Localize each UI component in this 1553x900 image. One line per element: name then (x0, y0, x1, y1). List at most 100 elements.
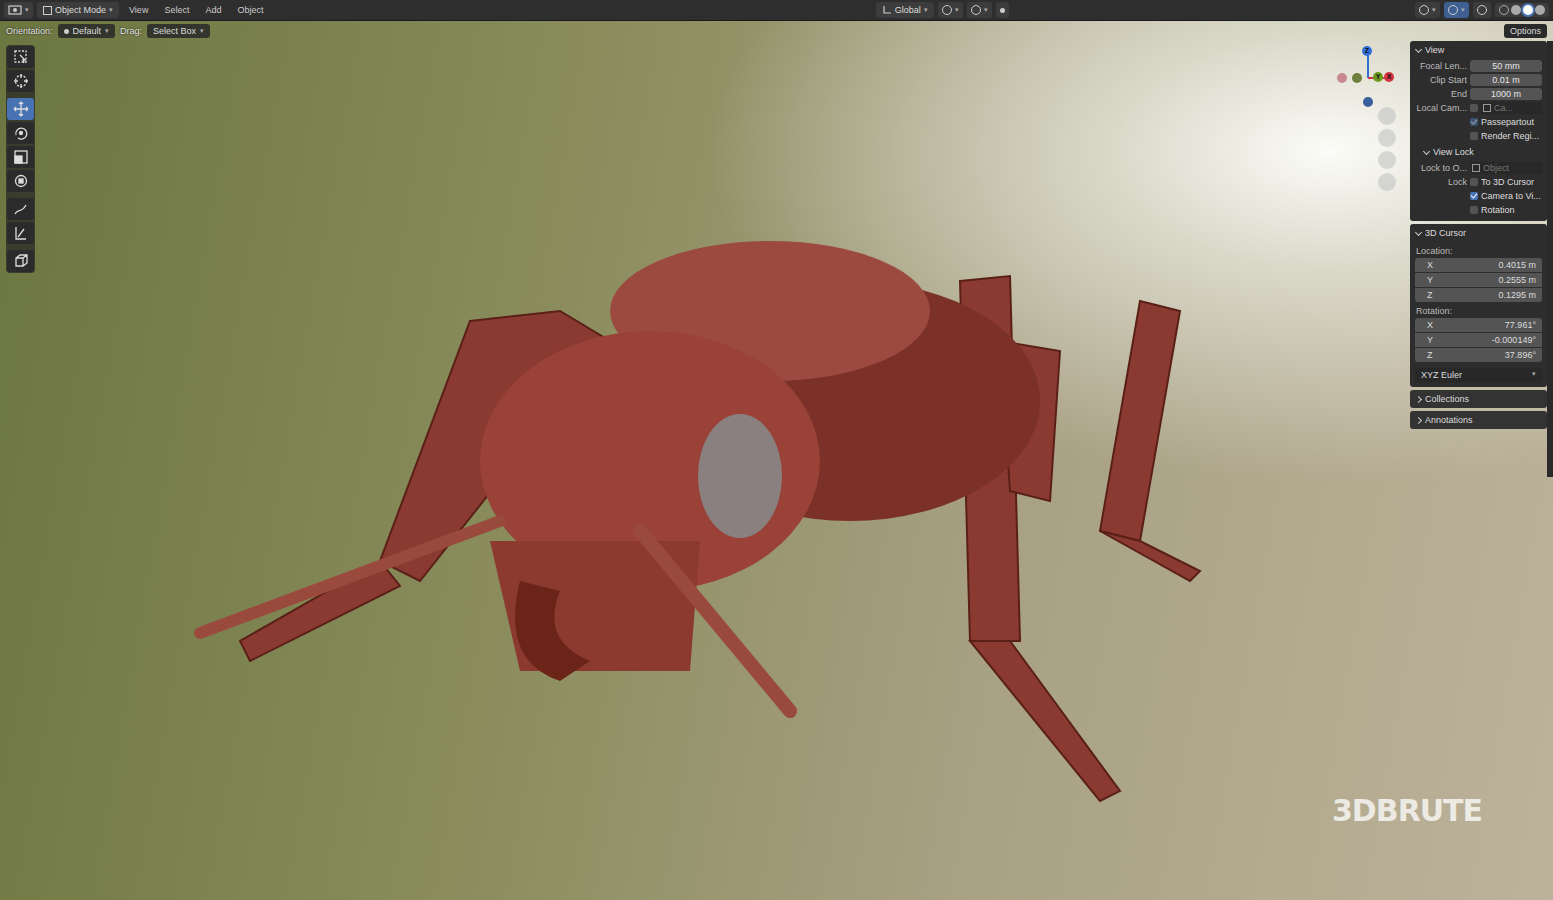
tool-button[interactable] (7, 222, 34, 244)
editor-type-button[interactable]: ▾ (4, 2, 33, 18)
number-field[interactable]: 50 mm (1470, 60, 1542, 72)
panel-header[interactable]: Collections (1410, 390, 1547, 408)
axis-label[interactable]: X (1384, 72, 1394, 82)
proportional-icon (1000, 8, 1005, 13)
chevron-icon (1415, 416, 1422, 423)
overlay-button[interactable] (1473, 2, 1491, 18)
menu-item[interactable]: Object (231, 3, 269, 17)
property-row: Lock to O...Object (1410, 161, 1547, 175)
viewport-icon (8, 4, 22, 16)
checkbox[interactable] (1470, 192, 1478, 200)
chevron-icon (1423, 147, 1430, 154)
drag-dropdown[interactable]: Select Box▾ (147, 24, 210, 38)
rotation-mode-dropdown[interactable]: XYZ Euler▾ (1415, 368, 1542, 383)
vector-field[interactable]: Y-0.000149° (1415, 333, 1542, 347)
solid-icon[interactable] (1511, 5, 1521, 15)
zoom-icon[interactable] (1378, 107, 1396, 125)
vector-field[interactable]: X0.4015 m (1415, 258, 1542, 272)
camera-icon[interactable] (1378, 151, 1396, 169)
tool-icon (13, 253, 29, 269)
tool-button[interactable] (7, 70, 34, 92)
watermark: 3DBRUTE (1332, 793, 1482, 828)
rotation-vector: X77.961°Y-0.000149°Z37.896° (1415, 318, 1542, 362)
panel-header[interactable]: View (1410, 41, 1547, 59)
vector-field[interactable]: Z0.1295 m (1415, 288, 1542, 302)
checkbox[interactable] (1470, 132, 1478, 140)
tool-icon (13, 149, 29, 165)
rendered-icon[interactable] (1535, 5, 1545, 15)
object-field[interactable]: Object (1470, 162, 1542, 174)
property-row: End1000 m (1410, 87, 1547, 101)
tool-icon (13, 125, 29, 141)
property-row: Render Regi... (1410, 129, 1547, 143)
camera-icon (1483, 104, 1491, 112)
object-icon (43, 6, 52, 15)
panel-header[interactable]: 3D Cursor (1410, 224, 1547, 242)
viewport[interactable]: Orientation:Default▾Drag:Select Box▾Opti… (0, 21, 1553, 900)
pivot-icon (942, 5, 952, 15)
cursor-panel: 3D CursorLocation:X0.4015 mY0.2555 mZ0.1… (1410, 224, 1547, 387)
tool-icon (13, 73, 29, 89)
sidebar-tabs[interactable] (1547, 41, 1553, 477)
checkbox[interactable] (1470, 104, 1478, 112)
checkbox[interactable] (1470, 206, 1478, 214)
mode-dropdown[interactable]: Object Mode▾ (37, 2, 119, 18)
property-row: Passepartout (1410, 115, 1547, 129)
checkbox[interactable] (1470, 178, 1478, 186)
vector-field[interactable]: Z37.896° (1415, 348, 1542, 362)
property-row: Rotation (1410, 203, 1547, 217)
menu-item[interactable]: Add (199, 3, 227, 17)
axes-icon (882, 5, 892, 15)
gizmo-button[interactable]: ▾ (1444, 2, 1469, 18)
visibility-button[interactable]: ▾ (1415, 2, 1440, 18)
wireframe-icon[interactable] (1499, 5, 1509, 15)
collapsed-panel: Annotations (1410, 411, 1547, 429)
shading-group (1495, 3, 1549, 17)
pivot-button[interactable]: ▾ (938, 2, 963, 18)
vector-field[interactable]: Y0.2555 m (1415, 273, 1542, 287)
tool-button[interactable] (7, 146, 34, 168)
transform-dropdown[interactable]: Global▾ (876, 2, 934, 18)
gizmo-icon (1448, 5, 1458, 15)
number-field[interactable]: 0.01 m (1470, 74, 1542, 86)
tool-icon (13, 101, 29, 117)
tool-button[interactable] (7, 170, 34, 192)
navigation-gizmo[interactable]: Z YX (1332, 40, 1402, 110)
tool-icon (13, 201, 29, 217)
collapsed-panel: Collections (1410, 390, 1547, 408)
subpanel-header[interactable]: View Lock (1410, 143, 1547, 161)
tool-icon (13, 49, 29, 65)
eye-icon (1419, 5, 1429, 15)
tool-button[interactable] (7, 122, 34, 144)
tool-icon (13, 173, 29, 189)
tool-button[interactable] (7, 98, 34, 120)
object-icon (1472, 164, 1480, 172)
panel-header[interactable]: Annotations (1410, 411, 1547, 429)
tool-button[interactable] (7, 250, 34, 272)
menu-item[interactable]: Select (158, 3, 195, 17)
grid-icon[interactable] (1378, 173, 1396, 191)
axis-label[interactable]: Y (1373, 72, 1383, 82)
checkbox[interactable] (1470, 118, 1478, 126)
tool-icon (13, 225, 29, 241)
chevron-icon (1415, 395, 1422, 402)
vector-field[interactable]: X77.961° (1415, 318, 1542, 332)
navigation-buttons (1378, 107, 1396, 191)
camera-field[interactable]: Ca... (1481, 102, 1542, 114)
orientation-icon (64, 29, 69, 34)
orientation-dropdown[interactable]: Default▾ (58, 24, 116, 38)
number-field[interactable]: 1000 m (1470, 88, 1542, 100)
menu-item[interactable]: View (123, 3, 154, 17)
property-row: Camera to Vi... (1410, 189, 1547, 203)
proportional-button[interactable] (996, 2, 1009, 18)
snap-button[interactable]: ▾ (967, 2, 992, 18)
tool-button[interactable] (7, 198, 34, 220)
overlay-icon (1477, 5, 1487, 15)
property-row: Clip Start0.01 m (1410, 73, 1547, 87)
material-icon[interactable] (1523, 5, 1533, 15)
tool-button[interactable] (7, 46, 34, 68)
property-row: Focal Len...50 mm (1410, 59, 1547, 73)
axis-label[interactable]: Z (1362, 46, 1372, 56)
pan-hand-icon[interactable] (1378, 129, 1396, 147)
options-button[interactable]: Options (1504, 24, 1547, 38)
